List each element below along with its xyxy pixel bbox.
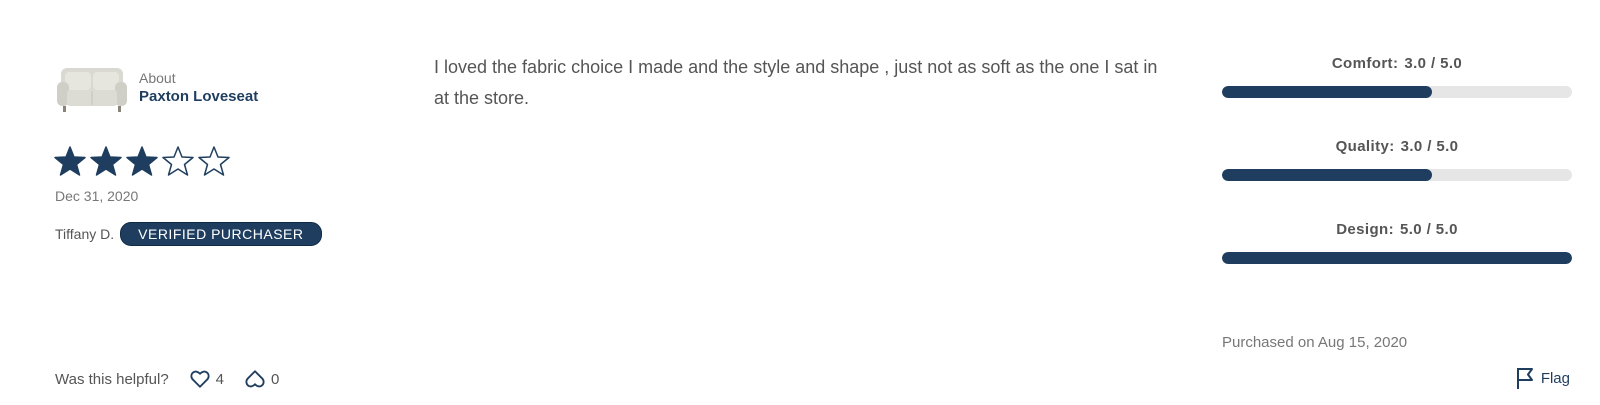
subrating-bar	[1222, 86, 1572, 98]
star-filled-icon	[90, 145, 122, 177]
review-text: I loved the fabric choice I made and the…	[434, 57, 1158, 108]
like-button[interactable]: 4	[189, 368, 224, 390]
subrating-name: Quality:	[1335, 138, 1395, 155]
reviewer-info: Tiffany D. VERIFIED PURCHASER	[55, 222, 322, 246]
subratings-panel: Comfort: 3.0 / 5.0 Quality: 3.0 / 5.0 Design…	[1222, 55, 1572, 304]
flag-button[interactable]: Flag	[1515, 366, 1570, 390]
subrating-row: Quality: 3.0 / 5.0	[1222, 138, 1572, 181]
subrating-bar	[1222, 169, 1572, 181]
subrating-label: Quality: 3.0 / 5.0	[1222, 138, 1572, 155]
subrating-label: Comfort: 3.0 / 5.0	[1222, 55, 1572, 72]
subrating-row: Design: 5.0 / 5.0	[1222, 221, 1572, 264]
star-filled-icon	[126, 145, 158, 177]
subrating-name: Design:	[1336, 221, 1394, 238]
about-label: About	[139, 70, 176, 86]
purchase-date: Purchased on Aug 15, 2020	[1222, 334, 1408, 351]
subrating-bar-fill	[1222, 169, 1432, 181]
helpful-label: Was this helpful?	[55, 370, 169, 388]
star-rating	[54, 145, 230, 177]
dislike-count: 0	[271, 370, 280, 388]
subrating-value: 3.0 / 5.0	[1404, 55, 1463, 72]
like-count: 4	[215, 370, 225, 388]
review-date: Dec 31, 2020	[55, 188, 139, 204]
subrating-bar-fill	[1222, 252, 1572, 264]
star-filled-icon	[54, 145, 86, 177]
subrating-bar-fill	[1222, 86, 1432, 98]
subrating-name: Comfort:	[1331, 55, 1399, 72]
helpful-section: Was this helpful? 4 0	[55, 368, 279, 390]
subrating-row: Comfort: 3.0 / 5.0	[1222, 55, 1572, 98]
heart-down-icon	[245, 370, 265, 388]
star-empty-icon	[198, 145, 230, 177]
star-empty-icon	[162, 145, 194, 177]
subrating-value: 3.0 / 5.0	[1400, 138, 1459, 155]
dislike-button[interactable]: 0	[244, 368, 279, 390]
subrating-label: Design: 5.0 / 5.0	[1222, 221, 1572, 238]
verified-purchaser-badge: VERIFIED PURCHASER	[120, 222, 322, 246]
subrating-value: 5.0 / 5.0	[1400, 221, 1458, 238]
product-name-link[interactable]: Paxton Loveseat	[139, 87, 258, 107]
heart-icon	[190, 370, 210, 388]
loveseat-thumbnail[interactable]	[55, 60, 129, 116]
flag-label: Flag	[1540, 369, 1570, 387]
product-info: About Paxton Loveseat	[55, 60, 258, 116]
flag-icon	[1516, 368, 1533, 389]
reviewer-name: Tiffany D.	[55, 226, 115, 242]
subrating-bar	[1222, 252, 1572, 264]
